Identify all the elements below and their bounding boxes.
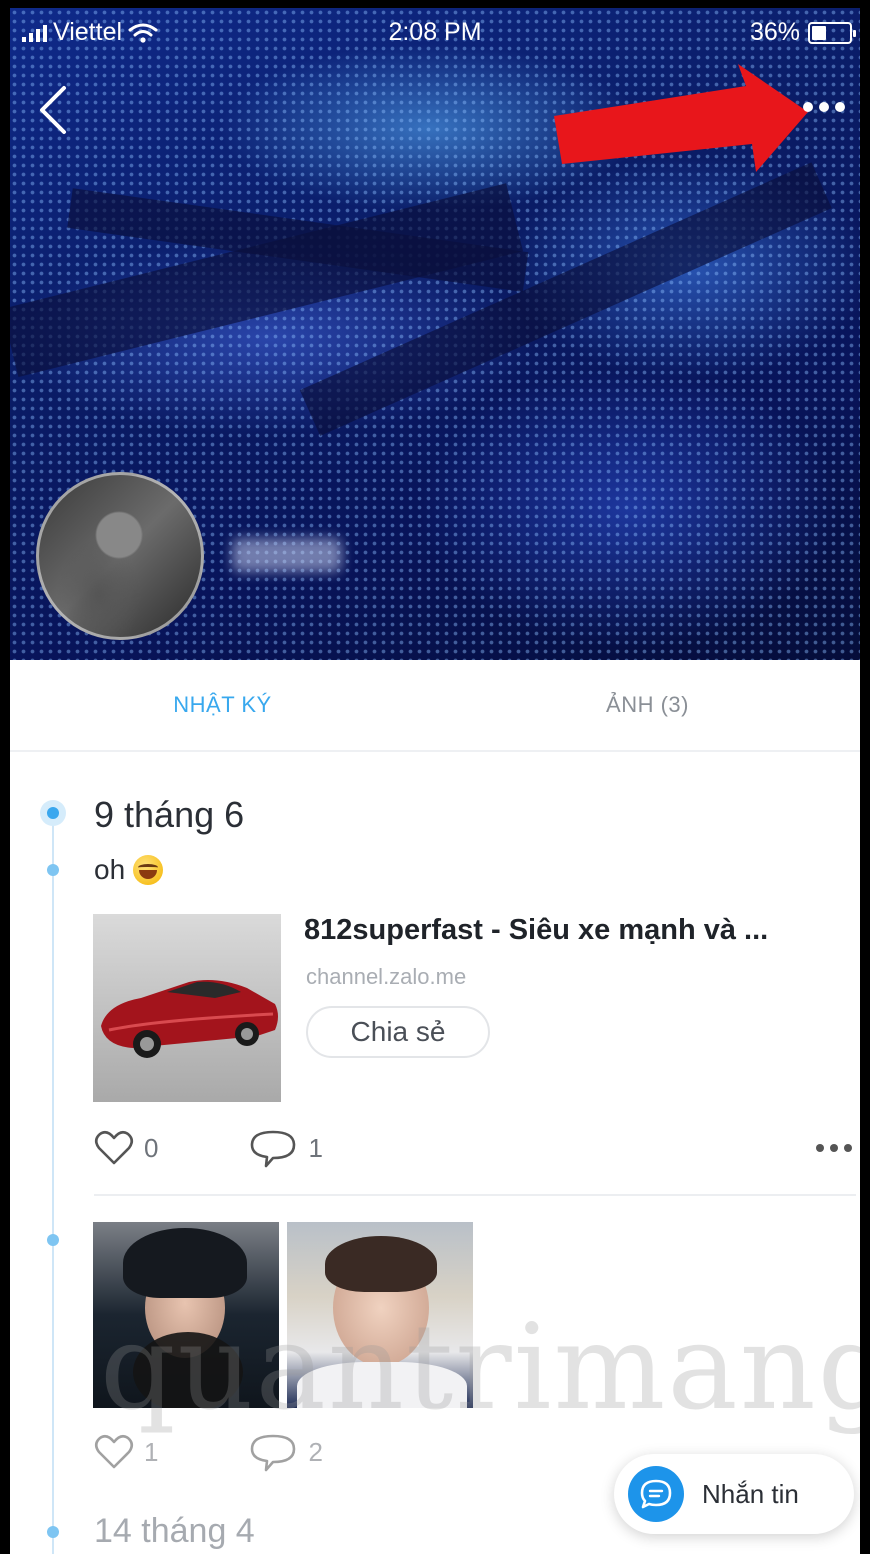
status-bar: Viettel 2:08 PM 36% [10, 8, 860, 56]
clock: 2:08 PM [388, 18, 482, 46]
laughing-emoji-icon [133, 855, 164, 885]
app-frame: Viettel 2:08 PM 36% NHẬT KÝ ẢNH (3) 9 th… [10, 8, 860, 1554]
link-thumbnail[interactable] [93, 914, 281, 1102]
send-message-button[interactable]: Nhắn tin [614, 1454, 854, 1534]
comment-count: 1 [308, 1132, 323, 1163]
message-icon [628, 1466, 684, 1522]
link-domain: channel.zalo.me [306, 964, 467, 989]
tab-photos[interactable]: ẢNH (3) [435, 660, 860, 750]
more-options-button[interactable] [794, 90, 854, 124]
comment-button[interactable]: 2 [248, 1432, 323, 1472]
like-count: 1 [144, 1436, 159, 1467]
share-button[interactable]: Chia sẻ [306, 1006, 490, 1058]
post-text: oh [94, 854, 164, 886]
heart-icon [94, 1434, 134, 1469]
watermark-logo: quantrimang [100, 1298, 860, 1436]
red-car-image [101, 980, 278, 1058]
post-actions: 1 2 [94, 1432, 594, 1472]
heart-icon [94, 1130, 134, 1165]
post-more-button[interactable] [816, 1144, 852, 1152]
post-actions: 0 1 [94, 1128, 856, 1168]
battery-percent: 36% [749, 18, 800, 46]
battery-icon [808, 21, 856, 44]
comment-count: 2 [308, 1436, 323, 1467]
like-button[interactable]: 1 [94, 1434, 158, 1470]
back-icon[interactable] [34, 84, 74, 136]
post-date: 9 tháng 6 [94, 794, 245, 835]
timeline-line [52, 814, 54, 1554]
profile-tabs: NHẬT KÝ ẢNH (3) [10, 660, 860, 752]
post-text-content: oh [94, 854, 126, 885]
comment-icon [251, 1130, 296, 1168]
like-button[interactable]: 0 [94, 1130, 158, 1166]
send-message-label: Nhắn tin [702, 1478, 799, 1509]
like-count: 0 [144, 1132, 159, 1163]
comment-button[interactable]: 1 [248, 1128, 323, 1168]
post-divider [94, 1194, 856, 1196]
avatar[interactable] [36, 472, 204, 640]
comment-icon [251, 1434, 296, 1472]
timeline-dot-active [40, 800, 66, 826]
timeline-dot [47, 1234, 59, 1246]
link-title[interactable]: 812superfast - Siêu xe mạnh và ... [304, 914, 852, 947]
profile-name-blurred [232, 538, 342, 572]
post-date: 14 tháng 4 [94, 1512, 255, 1550]
annotation-arrow-icon [554, 64, 808, 172]
tab-diary[interactable]: NHẬT KÝ [10, 660, 435, 750]
timeline-dot [47, 864, 59, 876]
timeline-dot [47, 1526, 59, 1538]
